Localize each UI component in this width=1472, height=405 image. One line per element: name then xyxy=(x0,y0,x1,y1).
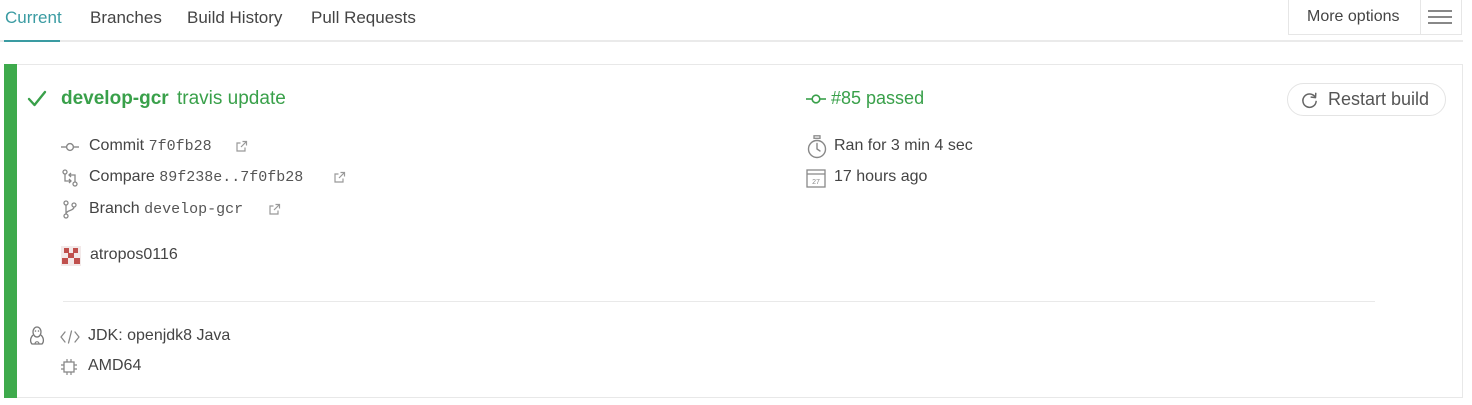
more-options-divider xyxy=(1420,0,1421,34)
author-name[interactable]: atropos0116 xyxy=(90,246,178,264)
commit-sha: 7f0fb28 xyxy=(148,138,212,155)
cpu-icon xyxy=(60,358,78,376)
tab-branches[interactable]: Branches xyxy=(90,8,162,28)
restart-build-button[interactable]: Restart build xyxy=(1287,83,1446,116)
branch-row[interactable]: Branch develop-gcr xyxy=(89,200,243,218)
compare-row[interactable]: Compare 89f238e..7f0fb28 xyxy=(89,168,303,186)
commit-icon xyxy=(61,141,79,153)
external-link-icon[interactable] xyxy=(268,203,281,216)
external-link-icon[interactable] xyxy=(333,171,346,184)
build-card xyxy=(4,64,1463,398)
commit-icon xyxy=(806,93,826,105)
restart-icon xyxy=(1300,91,1319,110)
hamburger-menu-icon[interactable] xyxy=(1428,10,1452,25)
compare-range: 89f238e..7f0fb28 xyxy=(159,169,304,186)
branch-name-link[interactable]: develop-gcr xyxy=(61,88,169,110)
tab-build-history[interactable]: Build History xyxy=(187,8,282,28)
branch-label: Branch xyxy=(89,200,140,217)
stopwatch-icon xyxy=(806,135,828,159)
commit-label: Commit xyxy=(89,137,145,154)
code-icon xyxy=(60,330,80,344)
calendar-icon: 27 xyxy=(806,168,826,188)
commit-message: travis update xyxy=(177,88,286,109)
more-options-label: More options xyxy=(1307,8,1400,25)
branch-icon xyxy=(63,200,77,219)
compare-label: Compare xyxy=(89,168,155,185)
branch-value: develop-gcr xyxy=(144,201,244,218)
build-status-stripe xyxy=(4,64,17,398)
finished-time: 17 hours ago xyxy=(834,168,928,185)
external-link-icon[interactable] xyxy=(235,140,248,153)
commit-row[interactable]: Commit 7f0fb28 xyxy=(89,137,212,155)
build-number-status[interactable]: #85 passed xyxy=(831,88,924,109)
build-tabs: Current Branches Build History Pull Requ… xyxy=(0,0,1472,44)
linux-icon xyxy=(29,326,45,346)
jdk-info: JDK: openjdk8 Java xyxy=(88,327,231,344)
section-divider xyxy=(63,301,1375,302)
compare-icon xyxy=(62,169,78,187)
avatar xyxy=(61,246,81,266)
check-icon xyxy=(27,90,47,108)
tab-current[interactable]: Current xyxy=(5,8,62,28)
build-duration: Ran for 3 min 4 sec xyxy=(834,137,973,154)
active-tab-indicator xyxy=(4,40,60,42)
more-options-button[interactable]: More options xyxy=(1288,0,1462,35)
restart-build-label: Restart build xyxy=(1328,89,1430,109)
calendar-day: 27 xyxy=(812,179,820,186)
tabs-divider xyxy=(0,40,1463,42)
tab-pull-requests[interactable]: Pull Requests xyxy=(311,8,416,28)
arch-info: AMD64 xyxy=(88,357,142,374)
